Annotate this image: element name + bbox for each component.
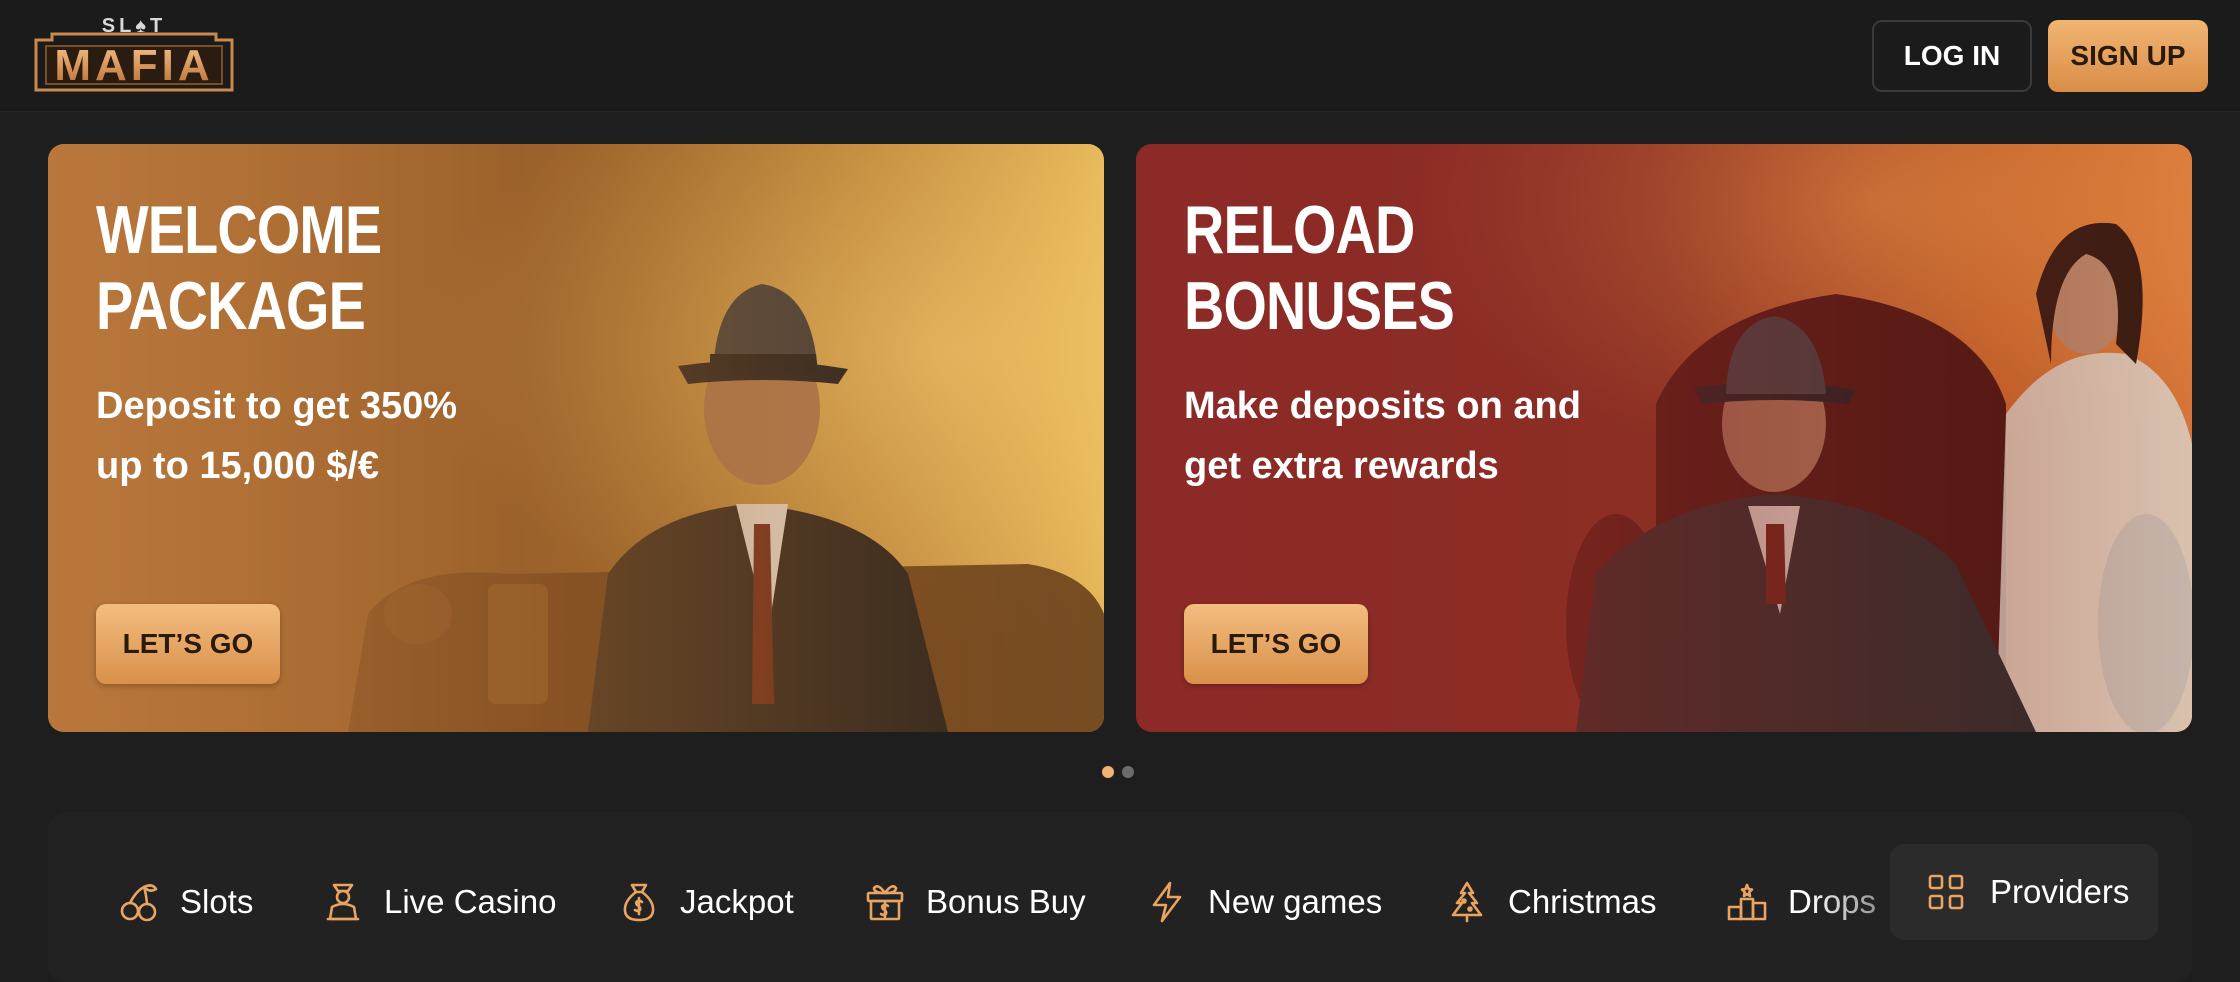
podium-icon — [1727, 883, 1767, 921]
category-live-casino[interactable]: Live Casino — [320, 860, 556, 944]
carousel-dot-2[interactable] — [1122, 766, 1134, 778]
tree-icon — [1451, 881, 1483, 923]
logo-main-text: MAFIA — [54, 41, 213, 90]
category-label: New games — [1208, 883, 1383, 920]
banner-subtitle: Make deposits on and get extra rewards — [1184, 376, 1644, 496]
category-bar: Slots Live Casino Jackpot Bonus Buy New … — [48, 812, 2192, 982]
category-label: Bonus Buy — [926, 883, 1086, 920]
banner-subtitle: Deposit to get 350% up to 15,000 $/€ — [96, 376, 556, 496]
login-button[interactable]: LOG IN — [1872, 20, 2032, 92]
banner-title-line-2: BONUSES — [1184, 268, 1455, 344]
banner-title-line-1: WELCOME — [96, 192, 382, 268]
banner-subtitle-line-2: up to 15,000 $/€ — [96, 445, 380, 487]
category-bonus-buy[interactable]: Bonus Buy — [862, 860, 1086, 944]
banner-title-line-1: RELOAD — [1184, 192, 1415, 268]
logo-top-text: SL♠T — [102, 15, 166, 37]
lets-go-button[interactable]: LET’S GO — [96, 604, 280, 684]
lets-go-button[interactable]: LET’S GO — [1184, 604, 1368, 684]
category-christmas[interactable]: Christmas — [1444, 860, 1657, 944]
reload-bonuses-banner[interactable]: RELOAD BONUSES Make deposits on and get … — [1136, 144, 2192, 732]
dealer-icon — [326, 883, 360, 921]
welcome-package-banner[interactable]: WELCOME PACKAGE Deposit to get 350% up t… — [48, 144, 1104, 732]
banner-title: RELOAD BONUSES — [1184, 192, 1610, 344]
grid-icon — [1928, 874, 1964, 910]
cherries-icon — [120, 884, 158, 922]
category-label: Christmas — [1508, 883, 1657, 920]
providers-button[interactable]: Providers — [1890, 844, 2158, 940]
banner-title-line-2: PACKAGE — [96, 268, 366, 344]
category-new-games[interactable]: New games — [1144, 860, 1382, 944]
category-jackpot[interactable]: Jackpot — [616, 860, 794, 944]
banner-subtitle-line-2: get extra rewards — [1184, 445, 1499, 487]
providers-label: Providers — [1990, 873, 2130, 910]
gift-icon — [866, 885, 904, 921]
carousel-dot-1[interactable] — [1102, 766, 1114, 778]
category-slots[interactable]: Slots — [116, 860, 253, 944]
category-label: Live Casino — [384, 883, 557, 920]
carousel-dots — [1102, 766, 1134, 778]
top-header: SL♠T MAFIA LOG IN SIGN UP — [0, 0, 2240, 112]
category-label: Slots — [180, 883, 254, 920]
banner-subtitle-line-1: Deposit to get 350% — [96, 385, 458, 427]
signup-button[interactable]: SIGN UP — [2048, 20, 2208, 92]
banner-title: WELCOME PACKAGE — [96, 192, 522, 344]
category-label: Jackpot — [680, 883, 794, 920]
lightning-icon — [1152, 881, 1182, 923]
banner-subtitle-line-1: Make deposits on and — [1184, 385, 1581, 427]
money-bag-icon — [623, 883, 655, 922]
slot-mafia-logo[interactable]: SL♠T MAFIA — [32, 14, 236, 96]
